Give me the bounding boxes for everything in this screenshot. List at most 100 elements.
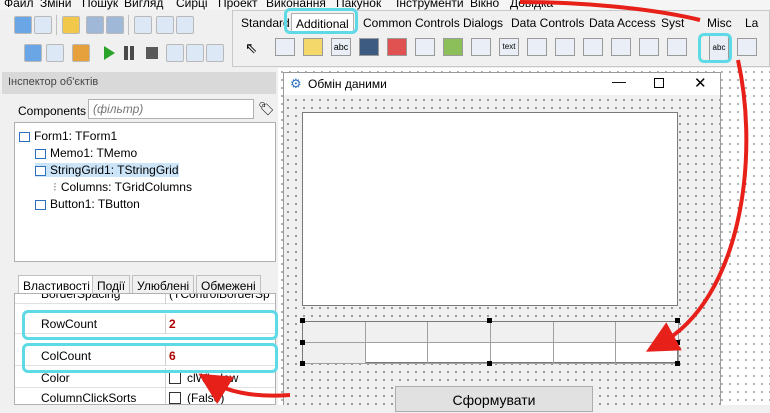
tree-item-form1[interactable]: Form1: TForm1 (19, 129, 117, 143)
tab-properties[interactable]: Властивості (18, 275, 95, 295)
tab-misc[interactable]: Misc (703, 13, 736, 33)
clear-filter-icon[interactable]: 🏷 (258, 101, 275, 117)
menu-edit[interactable]: Зміни (40, 0, 72, 10)
maximize-icon[interactable] (654, 78, 664, 88)
grid-cell[interactable] (553, 322, 617, 343)
build-mode-icon[interactable] (72, 44, 90, 62)
resize-handle[interactable] (300, 361, 305, 366)
tree-item-columns[interactable]: ⁝ Columns: TGridColumns (53, 180, 192, 194)
form-titlebar: ⚙ Обмін даними — ✕ (284, 73, 720, 95)
bevel-icon[interactable] (415, 38, 435, 56)
checklistbox-icon[interactable] (583, 38, 603, 56)
pause-icon[interactable] (124, 46, 128, 60)
menu-project[interactable]: Проект (218, 0, 258, 10)
save-all-icon[interactable] (106, 16, 124, 34)
filter-input[interactable]: (фільтр) (88, 99, 254, 119)
main-toolbar (0, 10, 232, 68)
grid-cell[interactable] (365, 322, 429, 343)
grid-cell[interactable] (491, 343, 554, 364)
tab-lazcontrols[interactable]: La (741, 13, 762, 33)
menu-search[interactable]: Пошук (82, 0, 118, 10)
separator (56, 15, 57, 35)
resize-handle[interactable] (675, 340, 680, 345)
view-forms-icon[interactable] (176, 16, 194, 34)
grid-cell[interactable] (303, 322, 366, 343)
save-icon[interactable] (86, 16, 104, 34)
speedbutton-icon[interactable] (303, 38, 323, 56)
form-button[interactable]: Сформувати (395, 386, 593, 412)
bitbtn-icon[interactable] (275, 38, 295, 56)
property-name: BorderSpacing (41, 293, 121, 301)
tab-favorites[interactable]: Улюблені (132, 275, 195, 295)
stringgrid-icon[interactable] (359, 38, 379, 56)
resize-handle[interactable] (487, 361, 492, 366)
tree-label: StringGrid1: TStringGrid (50, 163, 179, 177)
menu-view[interactable]: Вигляд (124, 0, 163, 10)
stringgrid1[interactable] (302, 321, 679, 364)
compile-icon[interactable] (24, 44, 42, 62)
close-icon[interactable]: ✕ (694, 74, 707, 92)
grid-cell[interactable] (428, 343, 491, 364)
grid-cell[interactable] (428, 322, 491, 343)
tree-item-button1[interactable]: Button1: TButton (35, 197, 140, 211)
resize-handle[interactable] (487, 318, 492, 323)
scrollbox-icon[interactable] (471, 38, 491, 56)
splitter-icon[interactable] (527, 38, 547, 56)
tab-dialogs[interactable]: Dialogs (459, 13, 507, 33)
menu-file[interactable]: Файл (4, 0, 34, 10)
menu-window[interactable]: Вікно (470, 0, 499, 10)
tab-restricted[interactable]: Обмежені (196, 275, 261, 295)
new-unit-icon[interactable] (14, 16, 32, 34)
property-row[interactable]: BorderSpacing (TControlBorderSp (15, 293, 275, 304)
resize-handle[interactable] (300, 340, 305, 345)
labelededit-icon[interactable] (639, 38, 659, 56)
statictext-icon[interactable]: text (499, 38, 519, 56)
resize-handle[interactable] (675, 318, 680, 323)
view-units-icon[interactable] (156, 16, 174, 34)
memo1[interactable] (302, 112, 678, 306)
pointer-icon[interactable]: ⇖ (245, 39, 258, 57)
new-form-icon[interactable] (34, 16, 52, 34)
image-icon[interactable] (443, 38, 463, 56)
menu-source[interactable]: Сирці (176, 0, 208, 10)
grid-cell[interactable] (303, 343, 366, 364)
step-over-icon[interactable] (186, 44, 204, 62)
property-name: ColumnClickSorts (41, 391, 137, 405)
pause-icon-bar (130, 46, 134, 60)
grid-cell[interactable] (491, 322, 554, 343)
grid-cell[interactable] (365, 343, 429, 364)
resize-handle[interactable] (675, 361, 680, 366)
tab-common-controls[interactable]: Common Controls (359, 13, 464, 33)
run-icon[interactable] (104, 46, 115, 60)
columns-icon[interactable] (611, 38, 631, 56)
step-out-icon[interactable] (206, 44, 224, 62)
stop-icon[interactable] (146, 47, 158, 59)
tree-item-memo1[interactable]: Memo1: TMemo (35, 146, 137, 160)
shape-icon[interactable] (387, 38, 407, 56)
toggle-form-unit-icon[interactable] (134, 16, 152, 34)
resize-handle[interactable] (300, 318, 305, 323)
tab-events[interactable]: Події (92, 275, 131, 295)
property-row-columnclicksorts[interactable]: ColumnClickSorts (False) (15, 388, 275, 405)
step-into-icon[interactable] (166, 44, 184, 62)
grid-cell[interactable] (616, 322, 679, 343)
menu-tools[interactable]: Інструменти (396, 0, 464, 10)
maskedit-icon[interactable]: abc (331, 38, 351, 56)
valuelisteditor-icon[interactable] (667, 38, 687, 56)
grid-cell[interactable] (553, 343, 617, 364)
checkbox[interactable] (169, 392, 181, 404)
property-value[interactable]: clWindow (187, 371, 238, 385)
tab-system[interactable]: Syst (657, 13, 688, 33)
property-value[interactable]: (TControlBorderSp (169, 294, 270, 301)
tree-item-stringgrid1[interactable]: StringGrid1: TStringGrid (35, 163, 179, 177)
tab-data-access[interactable]: Data Access (585, 13, 660, 33)
menu-help[interactable]: Довідка (510, 0, 553, 10)
chart-icon[interactable] (555, 38, 575, 56)
tab-data-controls[interactable]: Data Controls (507, 13, 588, 33)
extra-component-icon[interactable] (737, 38, 757, 56)
grid-cell[interactable] (616, 343, 679, 364)
property-value: (False) (187, 391, 225, 405)
open-icon[interactable] (62, 16, 80, 34)
project-options-icon[interactable] (46, 44, 64, 62)
minimize-icon[interactable]: — (612, 73, 626, 89)
